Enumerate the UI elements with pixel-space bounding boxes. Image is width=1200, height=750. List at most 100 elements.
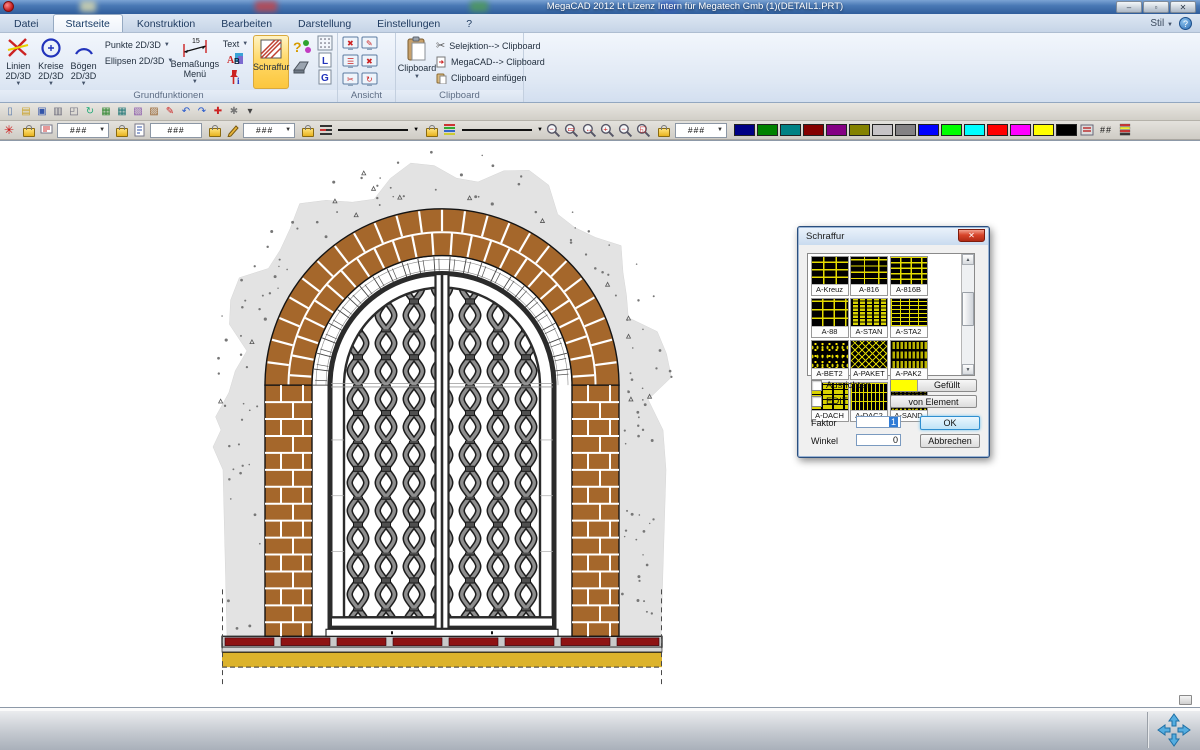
clipboard-einfuegen-item[interactable]: Clipboard einfügen [436,72,545,84]
color-swatch-11[interactable] [987,124,1008,136]
open-icon[interactable]: ▤ [19,105,33,119]
redraw-icon[interactable]: ↻ [83,105,97,119]
color-swatch-13[interactable] [1033,124,1054,136]
clipboard-button[interactable]: Clipboard▼ [398,35,436,89]
zoom-fit-icon[interactable]: ↔ [582,123,597,138]
group-g-icon[interactable]: G [317,69,333,85]
kreise-button[interactable]: Kreise 2D/3D▼ [35,35,68,89]
lock-icon[interactable] [23,128,35,137]
canvas-corner-button[interactable] [1179,695,1192,705]
new-icon[interactable]: ▯ [3,105,17,119]
screen-copy-icon[interactable]: ▧ [131,105,145,119]
pen-colors-icon[interactable] [443,123,457,137]
color-combo[interactable]: ###▼ [675,123,727,138]
hatch-pattern-A-STAN[interactable]: A-STAN [850,298,888,338]
linewidth-preview[interactable] [462,129,532,131]
view-cut-icon[interactable]: ✂ [342,72,360,89]
hatch-pattern-A-BET2[interactable]: A-BET2 [811,340,849,380]
color-swatch-1[interactable] [757,124,778,136]
tab-einstellungen[interactable]: Einstellungen [365,15,452,32]
selektion-clipboard-item[interactable]: ✂ Selejktion--> Clipboard [436,39,545,52]
view-tile-icon[interactable]: ☰ [342,54,360,71]
linien-button[interactable]: Linien 2D/3D▼ [2,35,35,89]
color-swatch-7[interactable] [895,124,916,136]
checkbox-box[interactable] [811,396,822,407]
bemassung-button[interactable]: 15 Bemaßungs Menü▼ [172,35,218,89]
dropdown-arrow-icon[interactable]: ▼ [99,127,106,133]
checkbox-box[interactable] [811,380,822,391]
winkel-input[interactable]: 0 [856,434,901,446]
current-point-icon[interactable]: ✳ [4,123,14,137]
save-image-icon[interactable]: ▦ [115,105,129,119]
hatch-pattern-A-PAKET[interactable]: A-PAKET [850,340,888,380]
dialog-close-icon[interactable]: ✕ [958,229,985,242]
color-swatch-0[interactable] [734,124,755,136]
layer-combo[interactable]: ###▼ [57,123,109,138]
query-icon[interactable]: ? [292,38,312,56]
zoom-in-icon[interactable]: + [600,123,615,138]
solid-3d-icon[interactable] [292,58,312,74]
zoom-window-icon[interactable]: ▭ [564,123,579,138]
cancel-button[interactable]: Abbrechen [920,434,980,448]
tab-?[interactable]: ? [454,15,484,32]
redo-icon[interactable]: ↷ [195,105,209,119]
ok-button[interactable]: OK [920,416,980,430]
grid-icon[interactable] [317,35,333,51]
tab-startseite[interactable]: Startseite [53,14,123,32]
dropdown-arrow-icon[interactable]: ▼ [537,127,543,133]
more-icon[interactable]: ▾ [243,105,257,119]
tab-bearbeiten[interactable]: Bearbeiten [209,15,284,32]
undo-icon[interactable]: ↶ [179,105,193,119]
close-button[interactable]: ✕ [1170,1,1196,13]
color-swatch-4[interactable] [826,124,847,136]
view-zoom-all-icon[interactable]: ✖ [361,54,379,71]
text-style-icon[interactable]: A B [227,52,244,67]
scroll-thumb[interactable] [962,292,974,326]
tab-darstellung[interactable]: Darstellung [286,15,363,32]
plot-icon[interactable]: ✱ [227,105,241,119]
color-swatch-3[interactable] [803,124,824,136]
color-swatch-2[interactable] [780,124,801,136]
edit-checkbox[interactable]: EDIT [811,396,848,407]
view-window-icon[interactable]: ✖ [342,36,360,53]
lock-icon[interactable] [658,128,670,137]
layer-l-icon[interactable]: L [317,52,333,68]
style-menu[interactable]: Stil ▼ [1150,18,1173,29]
lock-icon[interactable] [426,128,438,137]
drawing-canvas[interactable] [0,140,1200,708]
hatch-pattern-A-88[interactable]: A-88 [811,298,849,338]
punkte-button[interactable]: Punkte 2D/3D▼ [100,38,172,52]
color-swatch-8[interactable] [918,124,939,136]
gefuellt-button[interactable]: Gefüllt [890,379,977,392]
von-element-button[interactable]: von Element [890,395,977,408]
color-swatch-14[interactable] [1056,124,1077,136]
linewidth-icon[interactable] [319,123,333,137]
pattern-scrollbar[interactable]: ▲ ▼ [961,254,974,375]
pen-table-icon[interactable] [1118,123,1132,137]
scroll-up-icon[interactable]: ▲ [962,254,974,265]
tab-konstruktion[interactable]: Konstruktion [125,15,207,32]
plot-settings-icon[interactable] [1080,123,1094,137]
maximize-button[interactable]: ▫ [1143,1,1169,13]
color-swatch-6[interactable] [872,124,893,136]
help-icon[interactable]: ? [1179,17,1192,30]
dropdown-arrow-icon[interactable]: ▼ [285,127,292,133]
layer-icon[interactable] [40,123,54,137]
ellipsen-button[interactable]: Ellipsen 2D/3D▼ [100,54,172,68]
color-swatch-10[interactable] [964,124,985,136]
zoom-previous-icon[interactable]: ◱ [636,123,651,138]
minimize-button[interactable]: – [1116,1,1142,13]
megacad-clipboard-item[interactable]: MegaCAD--> Clipboard [436,56,545,68]
hatch-pattern-A-STA2[interactable]: A-STA2 [890,298,928,338]
hatch-pattern-A-Kreuz[interactable]: A-Kreuz [811,256,849,296]
view-redraw-icon[interactable]: ✎ [361,36,379,53]
pen-combo[interactable]: ###▼ [243,123,295,138]
delete-pen-icon[interactable]: ✎ [163,105,177,119]
schraffur-button[interactable]: Schraffur [253,35,289,89]
lock-icon[interactable] [302,128,314,137]
hatch-pattern-A-816B[interactable]: A-816B [890,256,928,296]
lock-icon[interactable] [116,128,128,137]
print-icon[interactable]: ▥ [51,105,65,119]
dropdown-arrow-icon[interactable]: ▼ [413,127,419,133]
color-swatch-9[interactable] [941,124,962,136]
